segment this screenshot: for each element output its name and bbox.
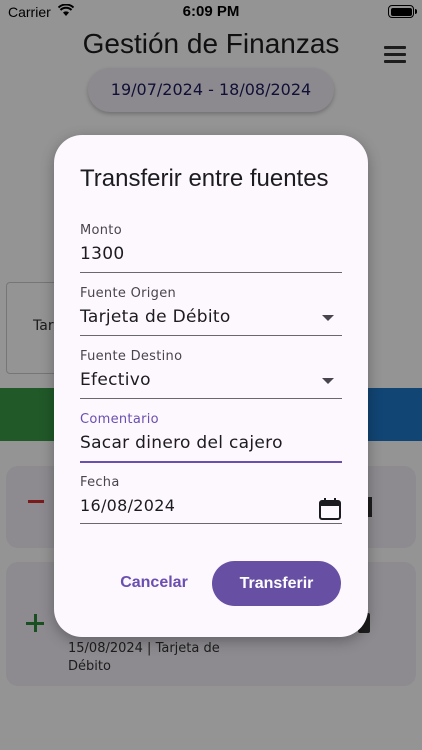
source-destination-value[interactable]: Efectivo (80, 370, 342, 390)
transfer-button[interactable]: Transferir (212, 561, 341, 606)
comment-input[interactable]: Sacar dinero del cajero (80, 433, 342, 453)
date-input[interactable]: 16/08/2024 (80, 496, 342, 515)
cancel-button[interactable]: Cancelar (108, 563, 200, 603)
comment-field[interactable]: Comentario Sacar dinero del cajero (80, 412, 342, 463)
transfer-dialog: Transferir entre fuentes Monto 1300 Fuen… (54, 135, 368, 637)
comment-label: Comentario (80, 412, 159, 427)
calendar-icon[interactable] (318, 497, 342, 521)
source-origin-select[interactable]: Fuente Origen Tarjeta de Débito (80, 286, 342, 336)
chevron-down-icon[interactable] (322, 378, 334, 384)
date-field[interactable]: Fecha 16/08/2024 (80, 475, 342, 524)
date-label: Fecha (80, 475, 120, 490)
source-origin-value[interactable]: Tarjeta de Débito (80, 307, 342, 327)
amount-label: Monto (80, 223, 122, 238)
field-underline (80, 398, 342, 399)
chevron-down-icon[interactable] (322, 315, 334, 321)
source-origin-label: Fuente Origen (80, 286, 177, 301)
field-underline (80, 523, 342, 524)
field-underline (80, 335, 342, 336)
field-underline (80, 461, 342, 463)
amount-field[interactable]: Monto 1300 (80, 223, 342, 273)
field-underline (80, 272, 342, 273)
dialog-title: Transferir entre fuentes (80, 165, 329, 192)
source-destination-label: Fuente Destino (80, 349, 183, 364)
source-destination-select[interactable]: Fuente Destino Efectivo (80, 349, 342, 399)
amount-input[interactable]: 1300 (80, 244, 342, 264)
